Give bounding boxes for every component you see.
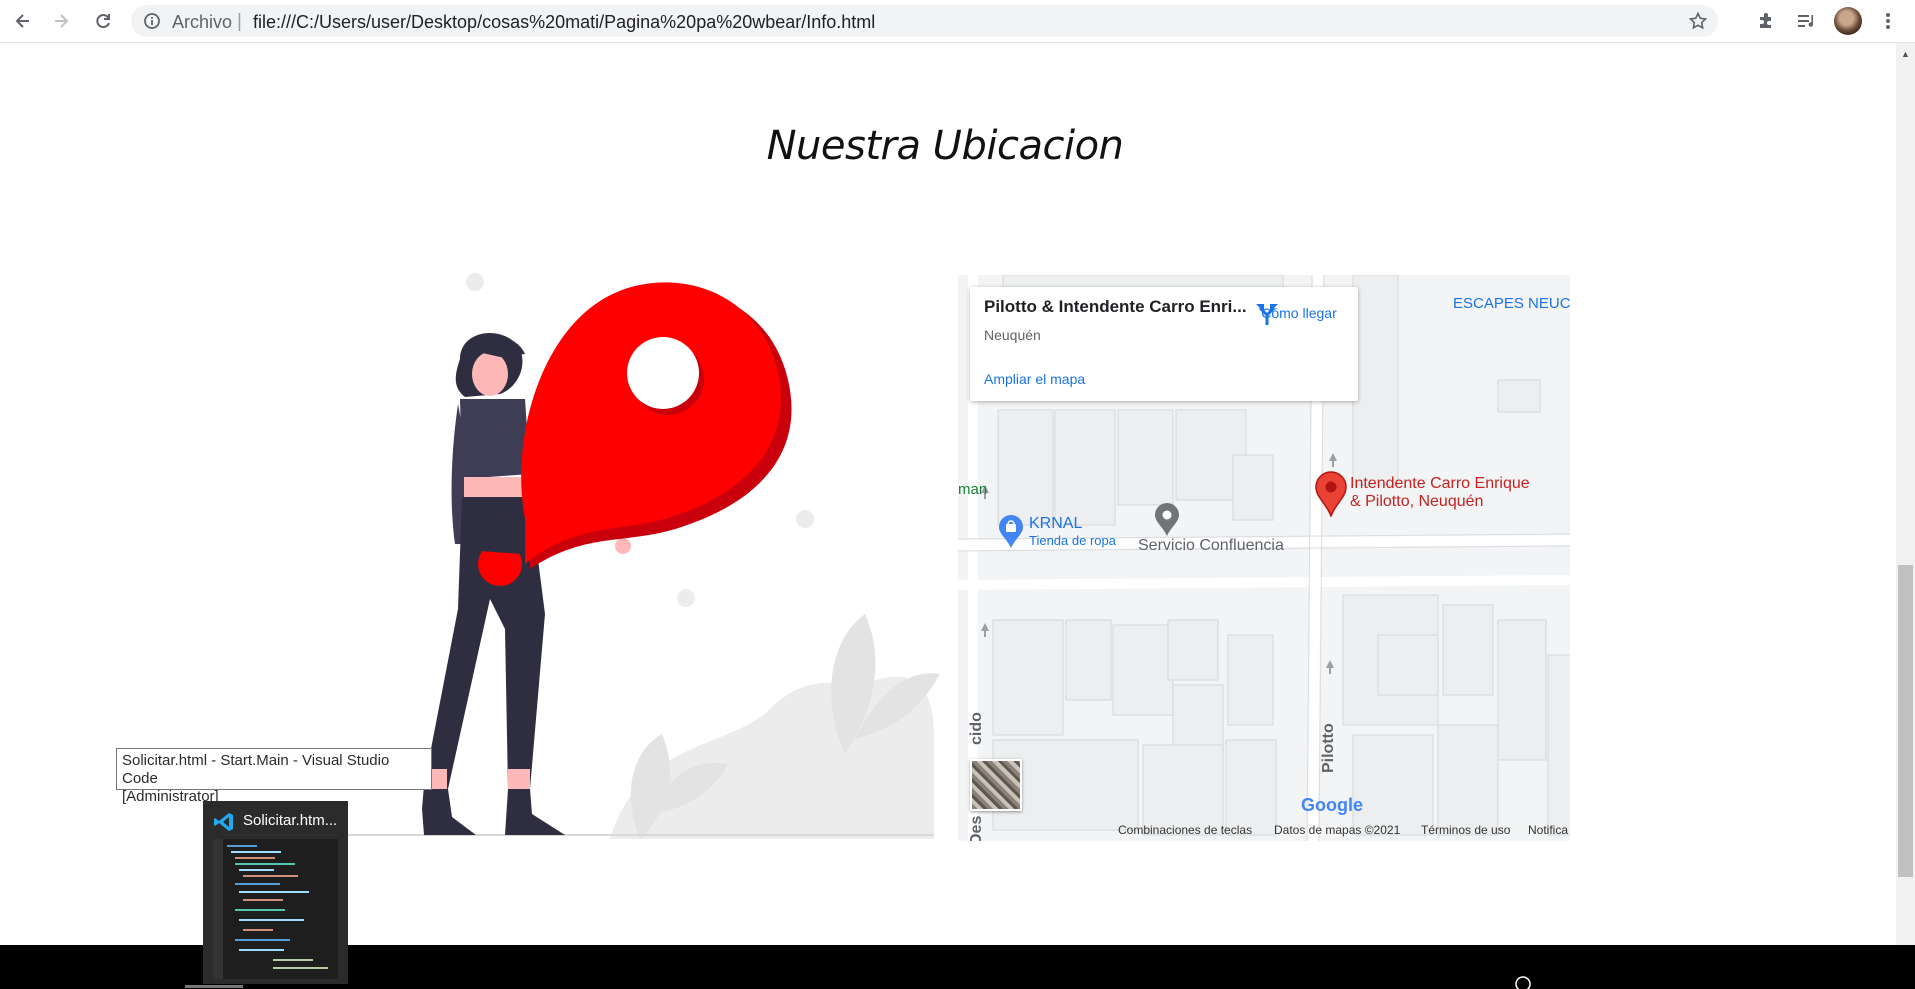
poi-servicio[interactable]: Servicio Confluencia [1138,537,1284,555]
taskbar-tooltip: Solicitar.html - Start.Main - Visual Stu… [116,748,432,805]
reload-icon[interactable] [88,6,118,36]
street-label-pilotto: Pilotto [1320,723,1337,773]
forward-arrow-icon[interactable] [46,6,76,36]
google-map-embed[interactable]: Pilotto & Intendente Carro Enri... Neuqu… [958,275,1570,841]
map-data-label: Datos de mapas ©2021 [1274,823,1401,837]
terms-link[interactable]: Términos de uso [1421,823,1510,837]
vscode-icon [213,811,235,838]
menu-dots-icon[interactable] [1873,6,1903,36]
place-title: Pilotto & Intendente Carro Enri... [984,297,1247,316]
star-icon[interactable] [1688,11,1708,36]
map-pin-graphic [478,282,792,586]
back-arrow-icon[interactable] [8,6,38,36]
map-attribution-bar: Combinaciones de teclas Datos de mapas ©… [958,819,1570,841]
extensions-icon[interactable] [1751,6,1781,36]
address-bar[interactable]: Archivo | file:///C:/Users/user/Desktop/… [131,5,1718,37]
info-icon[interactable] [143,12,161,35]
report-link[interactable]: Notifica [1528,823,1568,837]
profile-avatar[interactable] [1834,7,1862,35]
clock-icon[interactable] [1514,975,1532,989]
place-info-card: Pilotto & Intendente Carro Enri... Neuqu… [970,287,1358,401]
keyboard-shortcuts-link[interactable]: Combinaciones de teclas [1118,823,1252,837]
vertical-scrollbar[interactable]: ▲ [1896,43,1915,945]
preview-code-thumbnail [213,839,338,979]
map-marker-label[interactable]: Intendente Carro Enrique & Pilotto, Neuq… [1350,475,1530,511]
address-scheme: Archivo [172,12,233,32]
window-preview[interactable]: Solicitar.htm... [203,801,348,984]
scrollbar-thumb[interactable] [1898,565,1913,877]
address-url[interactable]: file:///C:/Users/user/Desktop/cosas%20ma… [253,12,875,33]
poi-krnal-type: Tienda de ropa [1029,533,1116,548]
directions-button[interactable]: Cómo llegar [1254,301,1344,325]
address-separator: | [237,11,242,32]
tooltip-line1: Solicitar.html - Start.Main - Visual Stu… [122,752,390,787]
google-logo: Google [1301,795,1363,815]
map-poi-left[interactable]: man [958,481,987,498]
scroll-up-icon[interactable]: ▲ [1901,49,1910,59]
street-label-left-2: cido [968,712,985,745]
browser-toolbar: Archivo | file:///C:/Users/user/Desktop/… [0,0,1915,43]
map-poi-escapes[interactable]: ESCAPES NEUC [1453,295,1570,312]
page-title: Nuestra Ubicacion [766,123,1124,169]
marker-label-line1: Intendente Carro Enrique [1350,475,1530,492]
media-control-icon[interactable] [1792,6,1822,36]
enlarge-map-link[interactable]: Ampliar el mapa [984,371,1085,387]
taskbar-active-indicator [185,985,243,988]
satellite-toggle-thumbnail[interactable] [970,759,1022,811]
poi-krnal-name[interactable]: KRNAL [1029,515,1082,533]
preview-title: Solicitar.htm... [243,812,338,829]
marker-label-line2: & Pilotto, Neuquén [1350,493,1484,510]
place-city: Neuquén [984,327,1041,343]
